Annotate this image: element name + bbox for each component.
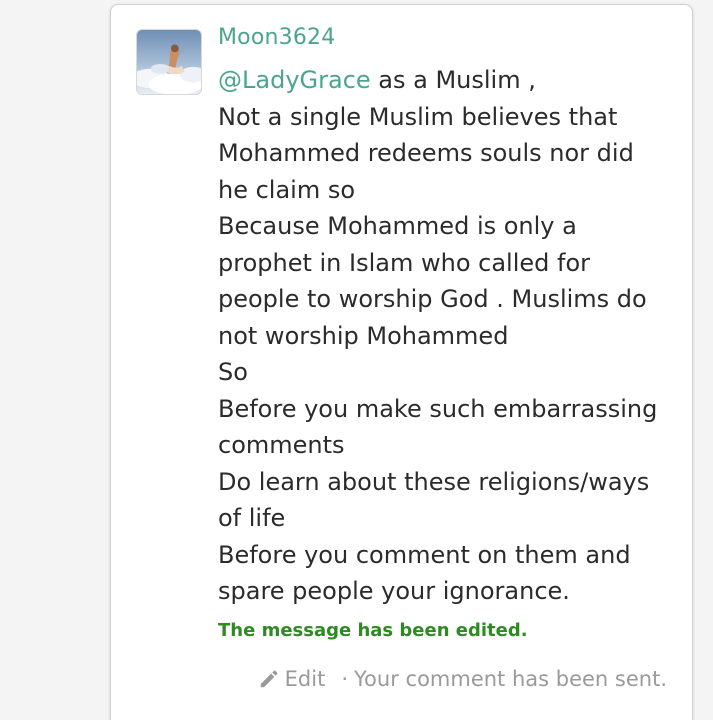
footer-separator: · bbox=[341, 667, 349, 691]
edit-button[interactable]: Edit bbox=[258, 664, 326, 694]
pencil-icon bbox=[258, 668, 280, 690]
comment-line: of life bbox=[218, 504, 286, 532]
avatar[interactable] bbox=[136, 29, 202, 95]
comment-first-line: @LadyGrace as a Muslim , bbox=[218, 62, 678, 99]
avatar-image bbox=[137, 30, 201, 94]
comment-line: spare people your ignorance. bbox=[218, 577, 570, 605]
edit-label: Edit bbox=[284, 667, 326, 691]
page: Moon3624 @LadyGrace as a Muslim , Not a … bbox=[0, 0, 713, 720]
comment-line: Before you comment on them and bbox=[218, 540, 631, 569]
mention-link[interactable]: @LadyGrace bbox=[218, 66, 371, 94]
comment-author[interactable]: Moon3624 bbox=[218, 23, 335, 53]
comment-line: he claim so bbox=[218, 175, 356, 204]
comment-line: prophet in Islam who called for bbox=[218, 248, 590, 277]
comment-line: Do learn about these religions/ways bbox=[218, 467, 650, 496]
comment-first-line-text: as a Muslim , bbox=[370, 66, 536, 94]
sent-status: Your comment has been sent. bbox=[354, 667, 667, 691]
comment-line: not worship Mohammed bbox=[218, 321, 509, 350]
edited-notice: The message has been edited. bbox=[218, 620, 528, 641]
comment-line: Mohammed redeems souls nor did bbox=[218, 139, 634, 167]
comment-line: Not a single Muslim believes that bbox=[218, 102, 618, 131]
comment-line: Before you make such embarrassing bbox=[218, 394, 658, 423]
comment-line: So bbox=[218, 358, 248, 386]
comment-body: @LadyGrace as a Muslim , Not a single Mu… bbox=[218, 62, 678, 610]
comment-line: Because Mohammed is only a bbox=[218, 212, 577, 240]
comment-line: comments bbox=[218, 431, 345, 459]
comment-footer: Edit · Your comment has been sent. bbox=[258, 664, 667, 694]
comment-line: people to worship God . Muslims do bbox=[218, 285, 647, 313]
